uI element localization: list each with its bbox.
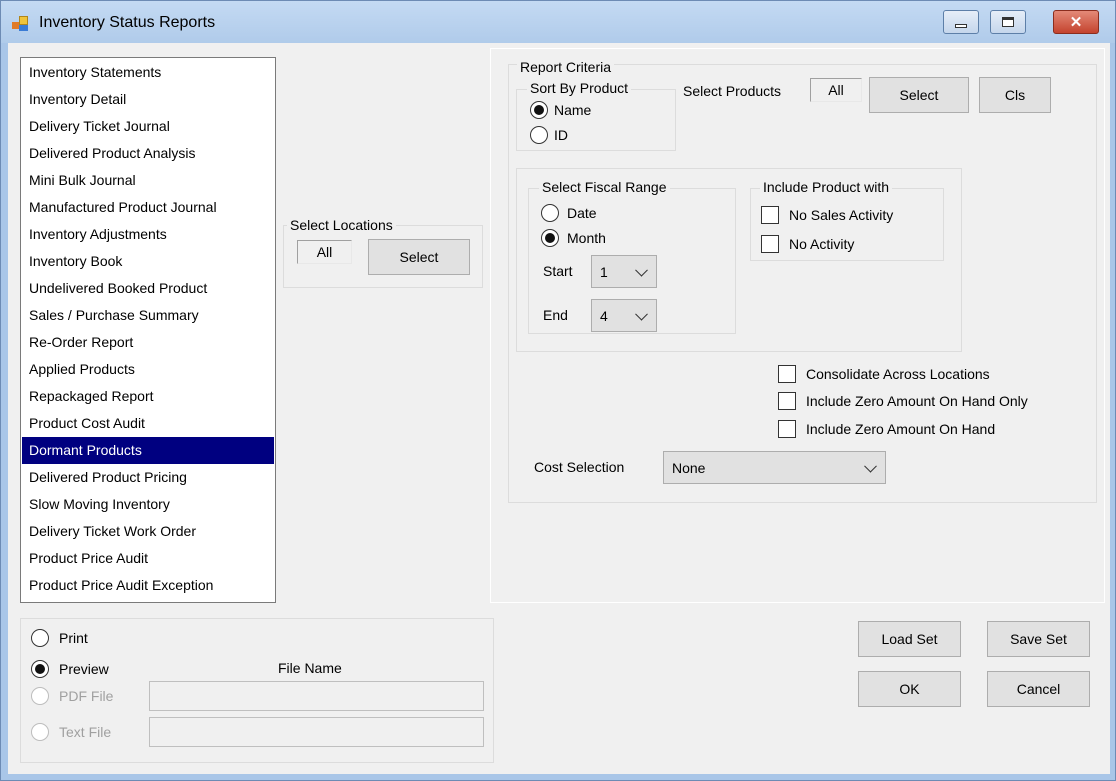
products-value: All	[810, 78, 862, 102]
print-label: Print	[59, 630, 88, 646]
text-file-name-input[interactable]	[149, 717, 484, 747]
preview-radio[interactable]	[31, 660, 49, 678]
pdf-file-radio[interactable]	[31, 687, 49, 705]
report-list[interactable]: Inventory Statements Inventory Detail De…	[20, 57, 276, 603]
list-item[interactable]: Delivery Ticket Work Order	[22, 518, 274, 545]
maximize-button[interactable]	[990, 10, 1026, 34]
no-sales-activity-label: No Sales Activity	[789, 207, 894, 223]
sort-by-label: Sort By Product	[527, 80, 632, 96]
cost-selection-select[interactable]: None	[663, 451, 886, 484]
list-item[interactable]: Delivered Product Analysis	[22, 140, 274, 167]
report-window: Inventory Status Reports ✕ Inventory Sta…	[0, 0, 1116, 781]
ok-button[interactable]: OK	[858, 671, 961, 707]
fiscal-range-label: Select Fiscal Range	[539, 179, 670, 195]
cancel-button[interactable]: Cancel	[987, 671, 1090, 707]
fiscal-month-label: Month	[567, 230, 606, 246]
consolidate-locations-checkbox[interactable]	[778, 365, 796, 383]
list-item[interactable]: Inventory Detail	[22, 86, 274, 113]
zero-on-hand-label: Include Zero Amount On Hand	[806, 421, 996, 437]
maximize-icon	[1002, 17, 1014, 27]
zero-on-hand-only-label: Include Zero Amount On Hand Only	[806, 393, 1028, 409]
list-item[interactable]: Product Price Audit	[22, 545, 274, 572]
include-product-label: Include Product with	[760, 179, 893, 195]
list-item[interactable]: Repackaged Report	[22, 383, 274, 410]
sort-name-radio[interactable]	[530, 101, 548, 119]
sort-name-label: Name	[554, 102, 592, 118]
list-item[interactable]: Slow Moving Inventory	[22, 491, 274, 518]
list-item[interactable]: Sales / Purchase Summary	[22, 302, 274, 329]
minimize-button[interactable]	[943, 10, 979, 34]
minimize-icon	[955, 24, 967, 28]
select-products-button[interactable]: Select	[869, 77, 969, 113]
consolidate-locations-label: Consolidate Across Locations	[806, 366, 990, 382]
app-icon	[12, 16, 30, 32]
print-radio[interactable]	[31, 629, 49, 647]
locations-value: All	[297, 240, 352, 264]
chevron-down-icon	[635, 307, 648, 321]
cost-selection-value: None	[672, 459, 706, 476]
file-name-label: File Name	[278, 660, 342, 676]
window-title: Inventory Status Reports	[39, 14, 216, 31]
list-item[interactable]: Delivered Product Pricing	[22, 464, 274, 491]
list-item[interactable]: Undelivered Booked Product	[22, 275, 274, 302]
save-set-button[interactable]: Save Set	[987, 621, 1090, 657]
no-sales-activity-checkbox[interactable]	[761, 206, 779, 224]
end-month-value: 4	[600, 307, 608, 324]
no-activity-checkbox[interactable]	[761, 235, 779, 253]
text-file-label: Text File	[59, 724, 112, 740]
preview-label: Preview	[59, 661, 109, 677]
pdf-file-name-input[interactable]	[149, 681, 484, 711]
load-set-button[interactable]: Load Set	[858, 621, 961, 657]
list-item-selected[interactable]: Dormant Products	[22, 437, 274, 464]
list-item[interactable]: Mini Bulk Journal	[22, 167, 274, 194]
fiscal-month-radio[interactable]	[541, 229, 559, 247]
list-item[interactable]: Inventory Book	[22, 248, 274, 275]
report-criteria-label: Report Criteria	[517, 59, 615, 75]
clear-products-button[interactable]: Cls	[979, 77, 1051, 113]
list-item[interactable]: Inventory Statements	[22, 59, 274, 86]
list-item[interactable]: Manufactured Product Journal	[22, 194, 274, 221]
start-month-select[interactable]: 1	[591, 255, 657, 288]
select-products-label: Select Products	[683, 83, 782, 99]
list-item[interactable]: Re-Order Report	[22, 329, 274, 356]
no-activity-label: No Activity	[789, 236, 855, 252]
end-label: End	[543, 307, 568, 323]
title-bar[interactable]: Inventory Status Reports ✕	[1, 1, 1115, 43]
list-item[interactable]: Applied Products	[22, 356, 274, 383]
end-month-select[interactable]: 4	[591, 299, 657, 332]
sort-id-label: ID	[554, 127, 568, 143]
text-file-radio[interactable]	[31, 723, 49, 741]
sort-id-radio[interactable]	[530, 126, 548, 144]
zero-on-hand-only-checkbox[interactable]	[778, 392, 796, 410]
list-item[interactable]: Inventory Adjustments	[22, 221, 274, 248]
close-button[interactable]: ✕	[1053, 10, 1099, 34]
select-locations-button[interactable]: Select	[368, 239, 470, 275]
fiscal-date-radio[interactable]	[541, 204, 559, 222]
start-label: Start	[543, 263, 573, 279]
pdf-file-label: PDF File	[59, 688, 114, 704]
locations-label: Select Locations	[287, 217, 396, 233]
dialog-client: Inventory Statements Inventory Detail De…	[8, 43, 1110, 774]
cost-selection-label: Cost Selection	[534, 459, 625, 475]
close-icon: ✕	[1069, 14, 1083, 31]
zero-on-hand-checkbox[interactable]	[778, 420, 796, 438]
list-item[interactable]: Delivery Ticket Journal	[22, 113, 274, 140]
fiscal-date-label: Date	[567, 205, 597, 221]
list-item[interactable]: Product Price Audit Exception	[22, 572, 274, 599]
chevron-down-icon	[864, 459, 877, 473]
start-month-value: 1	[600, 263, 608, 280]
chevron-down-icon	[635, 263, 648, 277]
list-item[interactable]: Product Cost Audit	[22, 410, 274, 437]
